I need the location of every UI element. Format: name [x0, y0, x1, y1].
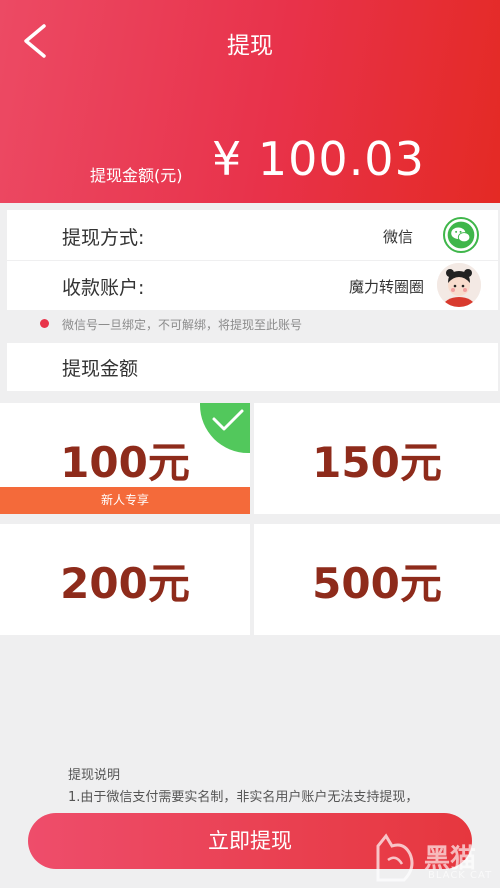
page-title: 提现 [227, 33, 273, 59]
notice-dot-icon [40, 319, 49, 328]
receive-account-label: 收款账户: [62, 277, 145, 299]
watermark-subtext: BLACK CAT [428, 870, 493, 881]
amount-section-header: 提现金额 [7, 343, 498, 391]
amount-option-500[interactable]: 500元 [254, 524, 500, 635]
binding-notice: 微信号一旦绑定，不可解绑，将提现至此账号 [62, 318, 303, 332]
amount-option-label: 500元 [312, 559, 442, 608]
amount-option-100[interactable]: 100元 新人专享 [0, 403, 250, 514]
amount-option-150[interactable]: 150元 [254, 403, 500, 514]
receive-account-row[interactable]: 收款账户: 魔力转圈圈 [7, 261, 498, 310]
selected-check-icon [200, 403, 250, 453]
black-cat-watermark: 黑猫 BLACK CAT [370, 830, 496, 886]
description-title: 提现说明 [68, 768, 121, 783]
withdraw-method-label: 提现方式: [62, 227, 145, 249]
amount-label: 提现金额(元) [90, 166, 183, 185]
amount-value: ¥ 100.03 [212, 132, 425, 186]
amount-option-200[interactable]: 200元 [0, 524, 250, 635]
amount-option-label: 200元 [60, 559, 190, 608]
withdraw-method-value: 微信 [383, 228, 414, 246]
new-user-badge: 新人专享 [0, 487, 250, 514]
description-line: 1.由于微信支付需要实名制，非实名用户账户无法支持提现， [68, 790, 419, 805]
amount-section-title: 提现金额 [62, 358, 139, 380]
receive-account-value: 魔力转圈圈 [349, 278, 425, 296]
amount-option-label: 150元 [312, 438, 442, 487]
wechat-icon [443, 217, 479, 253]
header: 提现 提现金额(元) ¥ 100.03 [0, 0, 500, 203]
withdraw-method-row[interactable]: 提现方式: 微信 [7, 210, 498, 260]
avatar [437, 263, 481, 307]
